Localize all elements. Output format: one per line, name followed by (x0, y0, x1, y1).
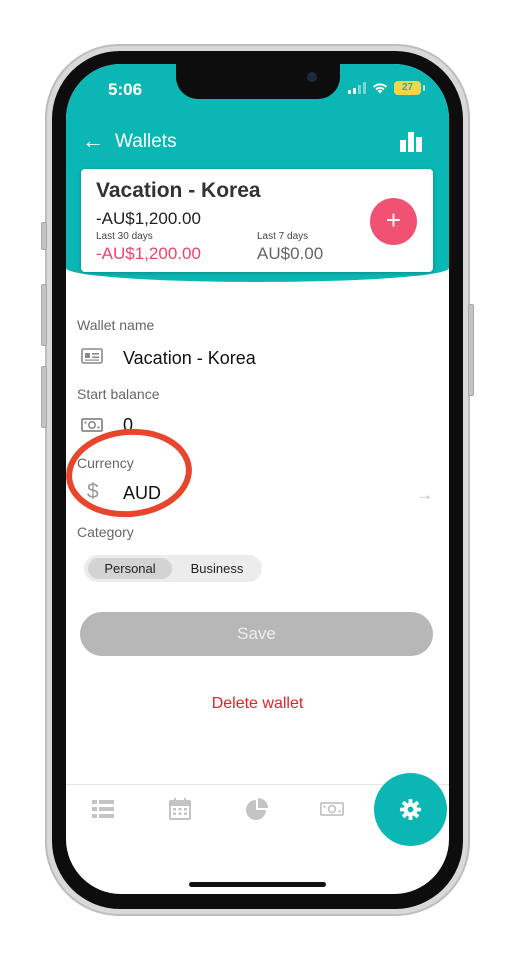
add-transaction-button[interactable]: + (370, 198, 417, 245)
id-card-icon (81, 348, 103, 364)
annotation-circle (66, 428, 192, 518)
wallet-name-label: Wallet name (77, 317, 155, 333)
category-label: Category (77, 524, 134, 540)
last-30-days-value: -AU$1,200.00 (96, 244, 201, 263)
banknote-nav-icon[interactable] (320, 797, 344, 821)
category-toggle: Personal Business (84, 555, 262, 582)
start-balance-label: Start balance (77, 386, 160, 402)
save-button[interactable]: Save (80, 612, 433, 656)
battery-icon: 27 (394, 81, 425, 95)
settings-tab-button[interactable] (374, 773, 447, 846)
calendar-icon[interactable] (168, 797, 192, 821)
last-7-days-label: Last 7 days (257, 231, 309, 242)
list-icon[interactable] (91, 797, 115, 821)
pie-chart-icon[interactable] (245, 797, 269, 821)
wallet-summary-card: Vacation - Korea -AU$1,200.00 Last 30 da… (81, 169, 433, 272)
app-bar: ← Wallets (66, 128, 449, 156)
home-indicator (189, 882, 326, 887)
camera-notch (176, 64, 340, 99)
camera-icon (307, 72, 317, 82)
category-business-option[interactable]: Business (176, 558, 258, 579)
arrow-right-icon[interactable]: → (416, 485, 433, 505)
silent-switch (41, 222, 47, 250)
last-30-days-label: Last 30 days (96, 231, 153, 242)
wallet-title: Vacation - Korea (96, 179, 261, 202)
bar-chart-icon[interactable] (400, 132, 422, 152)
signal-icon (348, 82, 366, 94)
volume-down-button (41, 366, 47, 428)
category-personal-option[interactable]: Personal (88, 558, 172, 579)
wifi-icon (373, 83, 387, 94)
last-7-days-value: AU$0.00 (257, 244, 324, 263)
status-time: 5:06 (108, 80, 143, 99)
page-title: Wallets (115, 131, 177, 152)
back-arrow-icon[interactable]: ← (82, 130, 104, 152)
wallet-name-field[interactable]: Vacation - Korea (123, 348, 256, 369)
volume-up-button (41, 284, 47, 346)
status-icons: 27 (348, 81, 425, 95)
delete-wallet-button[interactable]: Delete wallet (66, 695, 449, 713)
power-button (468, 304, 474, 396)
gear-icon (399, 798, 422, 821)
wallet-balance: -AU$1,200.00 (96, 209, 201, 228)
